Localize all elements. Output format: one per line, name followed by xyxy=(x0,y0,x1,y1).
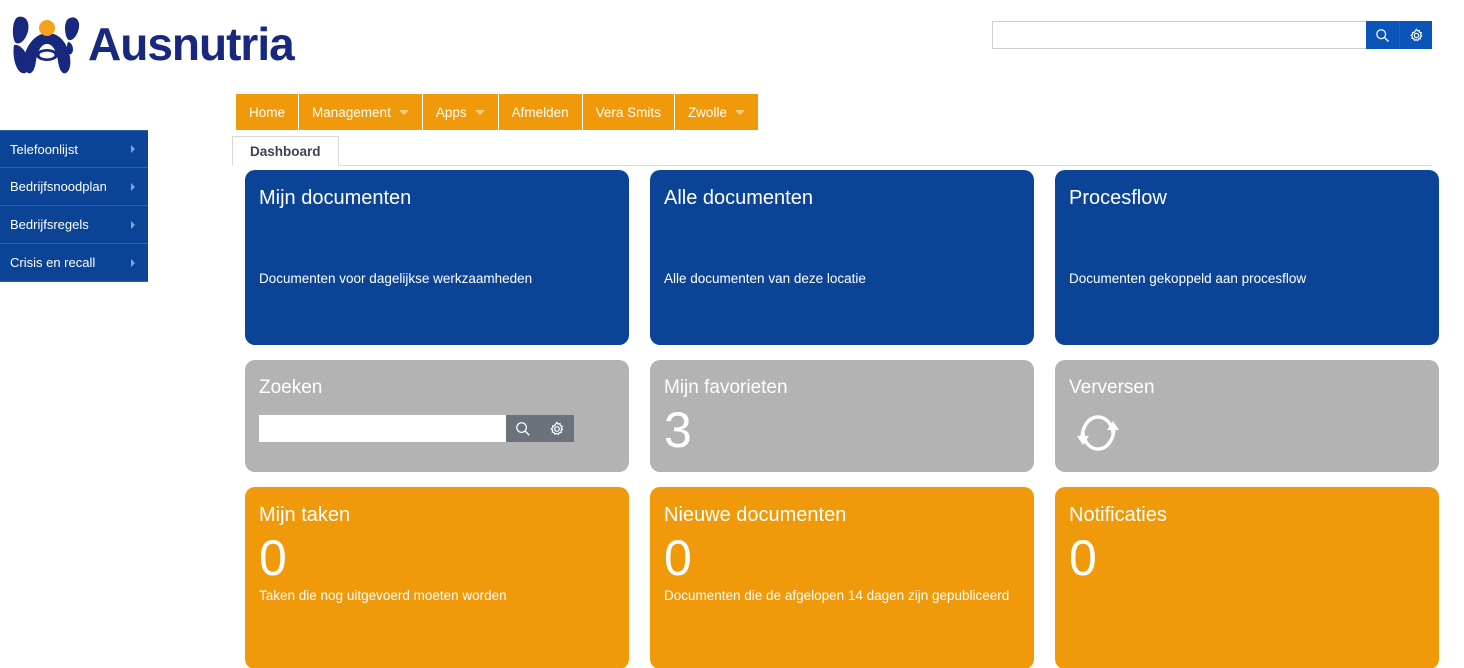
tile-title: Alle documenten xyxy=(664,187,813,209)
nav-item-label: Management xyxy=(312,104,391,120)
nav-item-label: Vera Smits xyxy=(595,104,661,120)
tile-alle-documenten[interactable]: Alle documenten Alle documenten van deze… xyxy=(650,170,1034,345)
tile-grid: Mijn documenten Documenten voor dagelijk… xyxy=(245,170,1440,668)
tile-count: 0 xyxy=(259,530,287,586)
nav-item-user[interactable]: Vera Smits xyxy=(582,94,675,130)
chevron-right-icon xyxy=(128,258,138,268)
nav-item-management[interactable]: Management xyxy=(299,94,423,130)
sidebar-item-label: Crisis en recall xyxy=(10,255,96,270)
nav-item-apps[interactable]: Apps xyxy=(422,94,499,130)
chevron-right-icon xyxy=(128,220,138,230)
search-settings-button[interactable] xyxy=(1399,21,1432,49)
ausnutria-logo[interactable]: Ausnutria xyxy=(8,6,308,82)
page-header: Ausnutria xyxy=(0,0,1464,88)
nav-item-label: Zwolle xyxy=(687,104,727,120)
ausnutria-figure-logo-icon xyxy=(8,11,86,77)
tile-mijn-favorieten[interactable]: Mijn favorieten 3 xyxy=(650,360,1034,472)
chevron-down-icon xyxy=(398,109,409,115)
tile-row-tools: Zoeken Mijn favorieten 3 Verversen xyxy=(245,360,1440,472)
logo-wordmark: Ausnutria xyxy=(88,18,295,70)
sidebar-item-bedrijfsregels[interactable]: Bedrijfsregels xyxy=(0,206,148,244)
tile-subtitle: Documenten gekoppeld aan procesflow xyxy=(1069,271,1307,286)
search-input[interactable] xyxy=(992,21,1366,49)
tile-title: Mijn documenten xyxy=(259,187,412,209)
tile-subtitle: Taken die nog uitgevoerd moeten worden xyxy=(259,588,507,603)
tile-notificaties[interactable]: Notificaties 0 xyxy=(1055,487,1439,668)
tile-procesflow[interactable]: Procesflow Documenten gekoppeld aan proc… xyxy=(1055,170,1439,345)
nav-item-label: Home xyxy=(249,104,286,120)
sidebar-item-bedrijfsnoodplan[interactable]: Bedrijfsnoodplan xyxy=(0,168,148,206)
chevron-down-icon xyxy=(734,109,745,115)
tile-title: Procesflow xyxy=(1069,187,1167,209)
tile-title: Mijn favorieten xyxy=(664,377,788,398)
sidebar-item-telefoonlijst[interactable]: Telefoonlijst xyxy=(0,130,148,168)
sidebar-item-label: Bedrijfsregels xyxy=(10,217,89,232)
sidebar-item-crisis-en-recall[interactable]: Crisis en recall xyxy=(0,244,148,282)
gear-icon xyxy=(1409,27,1424,43)
chevron-right-icon xyxy=(128,144,138,154)
nav-item-label: Apps xyxy=(435,104,467,120)
nav-item-location[interactable]: Zwolle xyxy=(674,94,758,130)
tab-label: Dashboard xyxy=(250,143,321,159)
sidebar: Telefoonlijst Bedrijfsnoodplan Bedrijfsr… xyxy=(0,130,148,282)
tile-mijn-documenten[interactable]: Mijn documenten Documenten voor dagelijk… xyxy=(245,170,629,345)
nav-item-afmelden[interactable]: Afmelden xyxy=(498,94,583,130)
tile-verversen[interactable]: Verversen xyxy=(1055,360,1439,472)
gear-icon xyxy=(549,420,565,437)
main-navigation: Home Management Apps Afmelden Vera Smits… xyxy=(236,94,758,130)
tile-title: Nieuwe documenten xyxy=(664,504,847,526)
tile-count: 3 xyxy=(664,402,692,458)
tile-subtitle: Alle documenten van deze locatie xyxy=(664,271,866,286)
search-icon xyxy=(1375,28,1390,43)
tile-subtitle: Documenten voor dagelijkse werkzaamheden xyxy=(259,271,533,286)
refresh-icon xyxy=(1069,407,1425,459)
chevron-down-icon xyxy=(474,109,485,115)
nav-item-label: Afmelden xyxy=(511,104,569,120)
sidebar-item-label: Telefoonlijst xyxy=(10,141,78,157)
tab-dashboard[interactable]: Dashboard xyxy=(232,136,339,166)
logo-dot-icon xyxy=(39,20,55,36)
global-search xyxy=(992,21,1432,49)
tile-count: 0 xyxy=(664,530,692,586)
tab-divider xyxy=(232,165,1432,166)
tile-row-tasks: Mijn taken 0 Taken die nog uitgevoerd mo… xyxy=(245,487,1440,668)
sidebar-item-label: Bedrijfsnoodplan xyxy=(10,179,107,194)
tile-title: Zoeken xyxy=(259,377,323,398)
tile-search-input[interactable] xyxy=(259,415,506,442)
search-icon xyxy=(515,421,531,437)
search-button[interactable] xyxy=(1366,21,1399,49)
tile-zoeken[interactable]: Zoeken xyxy=(245,360,629,472)
tile-title: Notificaties xyxy=(1069,504,1167,526)
tile-title: Verversen xyxy=(1069,377,1155,398)
tab-strip: Dashboard xyxy=(232,136,1432,166)
tile-search-button[interactable] xyxy=(506,415,540,442)
tile-subtitle: Documenten die de afgelopen 14 dagen zij… xyxy=(664,588,1010,603)
tile-nieuwe-documenten[interactable]: Nieuwe documenten 0 Documenten die de af… xyxy=(650,487,1034,668)
tile-title: Mijn taken xyxy=(259,504,351,526)
tile-row-documents: Mijn documenten Documenten voor dagelijk… xyxy=(245,170,1440,345)
tile-mijn-taken[interactable]: Mijn taken 0 Taken die nog uitgevoerd mo… xyxy=(245,487,629,668)
chevron-right-icon xyxy=(128,182,138,192)
dashboard-page: Ausnutria Telefoonlijst Bedrijfsnoodplan… xyxy=(0,0,1464,668)
tile-search-group xyxy=(259,415,574,442)
tile-search-settings-button[interactable] xyxy=(540,415,574,442)
tile-count: 0 xyxy=(1069,530,1097,586)
nav-item-home[interactable]: Home xyxy=(236,94,300,130)
